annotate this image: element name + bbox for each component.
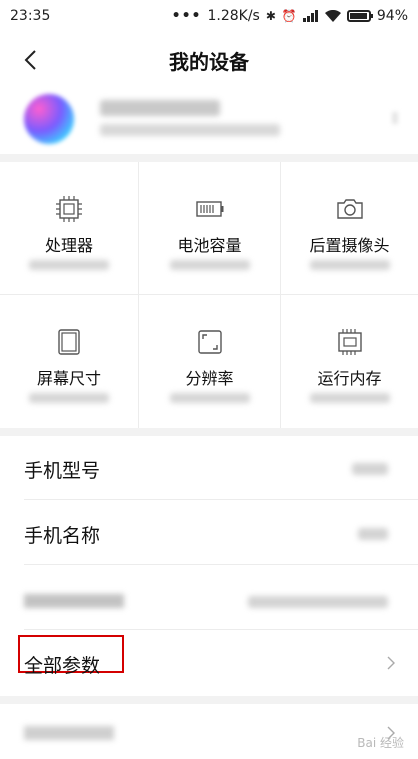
resolution-icon <box>197 330 222 354</box>
divider <box>24 499 418 500</box>
page-title: 我的设备 <box>169 49 249 74</box>
spec-label: 分辨率 <box>185 369 234 388</box>
nav-bar: 我的设备 <box>0 32 418 88</box>
battery-percent: 94% <box>376 8 408 24</box>
spec-label: 屏幕尺寸 <box>36 369 101 388</box>
spec-grid: 处理器 电池容量 后置摄像头 屏幕尺寸 分辨率 运行内存 <box>0 162 418 428</box>
spec-cell-camera[interactable]: 后置摄像头 <box>281 162 418 295</box>
all-params-row[interactable]: 全部参数 <box>0 631 418 695</box>
phone-name-value-redacted <box>358 528 388 540</box>
spec-cell-memory[interactable]: 运行内存 <box>281 295 418 428</box>
notification-dots-icon: ••• <box>171 8 202 24</box>
redacted-row-label <box>24 594 124 608</box>
spec-label: 后置摄像头 <box>309 236 390 255</box>
battery-icon <box>346 10 373 22</box>
redacted-row[interactable] <box>0 566 418 630</box>
phone-name-row[interactable]: 手机名称 <box>0 501 418 565</box>
bottom-card-redacted <box>24 726 114 740</box>
phone-model-row[interactable]: 手机型号 <box>0 436 418 500</box>
spec-label: 处理器 <box>44 236 93 255</box>
status-bar: 23:35 ••• 1.28K/s ✱ ⏰ 94% <box>0 0 418 32</box>
back-arrow-icon[interactable] <box>22 49 42 71</box>
phone-name-label: 手机名称 <box>24 525 101 547</box>
divider <box>24 564 418 565</box>
redacted-row-value <box>248 596 388 608</box>
spec-label: 运行内存 <box>317 369 382 388</box>
spec-cell-screen[interactable]: 屏幕尺寸 <box>0 295 139 428</box>
bottom-card[interactable]: Bai 经验 <box>0 704 418 759</box>
device-name-redacted <box>100 100 220 116</box>
spec-value-redacted <box>29 260 109 270</box>
network-speed: 1.28K/s <box>207 8 260 24</box>
spec-value-redacted <box>309 260 390 270</box>
phone-model-value-redacted <box>352 463 388 475</box>
signal-icon <box>302 10 318 22</box>
bluetooth-icon: ✱ <box>265 9 276 23</box>
divider <box>24 629 418 630</box>
spec-cell-battery[interactable]: 电池容量 <box>139 162 281 295</box>
status-indicators: ••• 1.28K/s ✱ ⏰ 94% <box>172 8 408 24</box>
status-time: 23:35 <box>10 8 51 24</box>
info-list: 手机型号 手机名称 全部参数 <box>0 436 418 696</box>
spec-value-redacted <box>29 393 109 403</box>
device-card[interactable] <box>0 88 418 154</box>
spec-value-redacted <box>169 393 250 403</box>
processor-icon <box>56 196 82 222</box>
battery-capacity-icon <box>195 201 223 217</box>
phone-model-label: 手机型号 <box>24 460 101 482</box>
chevron-right-icon <box>392 112 398 124</box>
spec-value-redacted <box>309 393 390 403</box>
spec-cell-processor[interactable]: 处理器 <box>0 162 139 295</box>
wifi-icon <box>324 10 341 22</box>
device-subtitle-redacted <box>100 124 280 136</box>
screen-icon <box>58 329 80 355</box>
spec-cell-resolution[interactable]: 分辨率 <box>139 295 281 428</box>
all-params-label: 全部参数 <box>24 655 101 677</box>
watermark: Bai 经验 <box>357 736 404 750</box>
chevron-right-icon <box>387 656 395 670</box>
alarm-off-icon: ⏰ <box>281 9 297 23</box>
spec-value-redacted <box>169 260 250 270</box>
memory-icon <box>337 329 362 355</box>
camera-icon <box>336 199 363 219</box>
device-logo <box>24 94 74 144</box>
spec-label: 电池容量 <box>177 236 242 255</box>
